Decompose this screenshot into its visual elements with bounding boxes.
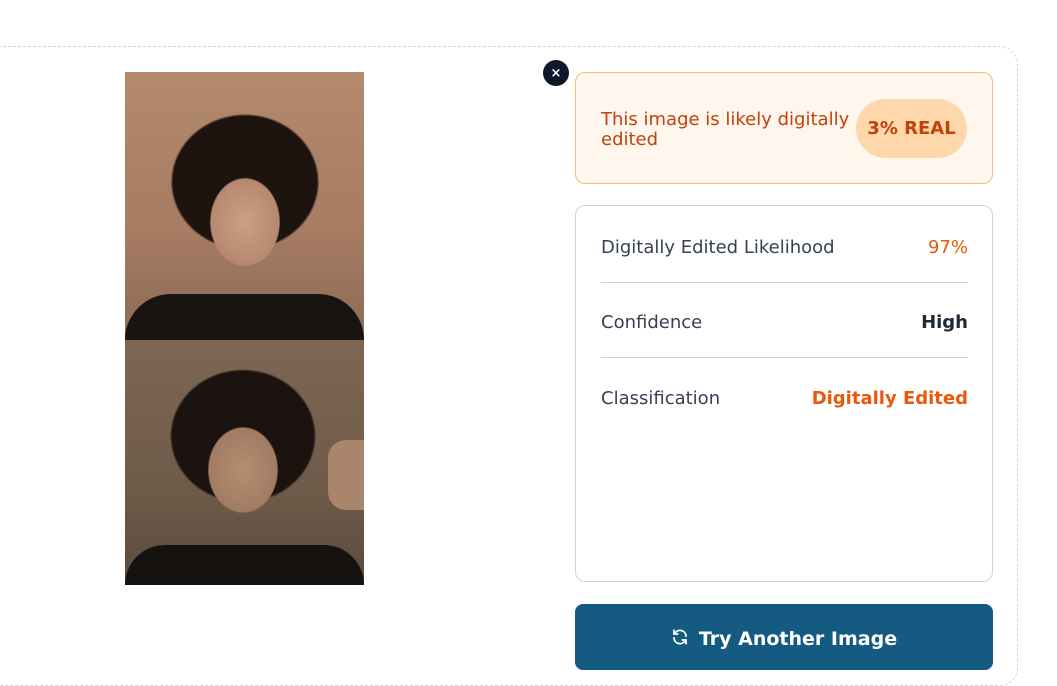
stat-row-classification: Classification Digitally Edited [601, 363, 968, 433]
verdict-message: This image is likely digitally edited [601, 109, 850, 150]
verdict-banner: This image is likely digitally edited 3%… [575, 72, 993, 184]
refresh-icon [671, 628, 689, 646]
try-another-image-label: Try Another Image [698, 628, 898, 650]
stat-value: 97% [927, 237, 968, 258]
stat-label: Digitally Edited Likelihood [601, 237, 835, 258]
stat-label: Classification [601, 387, 721, 409]
stat-label: Confidence [601, 312, 703, 333]
stat-row-confidence: Confidence High [601, 288, 968, 358]
uploaded-image [125, 72, 364, 585]
stat-row-edited-likelihood: Digitally Edited Likelihood 97% [601, 213, 968, 283]
close-button[interactable]: × [543, 60, 569, 86]
real-score-badge: 3% REAL [856, 99, 967, 158]
stat-value: High [921, 312, 968, 333]
portrait-photo-bottom [125, 340, 364, 585]
stat-value: Digitally Edited [811, 387, 968, 409]
try-another-image-button[interactable]: Try Another Image [575, 604, 993, 670]
portrait-photo-top [125, 72, 364, 340]
close-icon: × [550, 65, 562, 81]
stats-panel: Digitally Edited Likelihood 97% Confiden… [575, 205, 993, 582]
